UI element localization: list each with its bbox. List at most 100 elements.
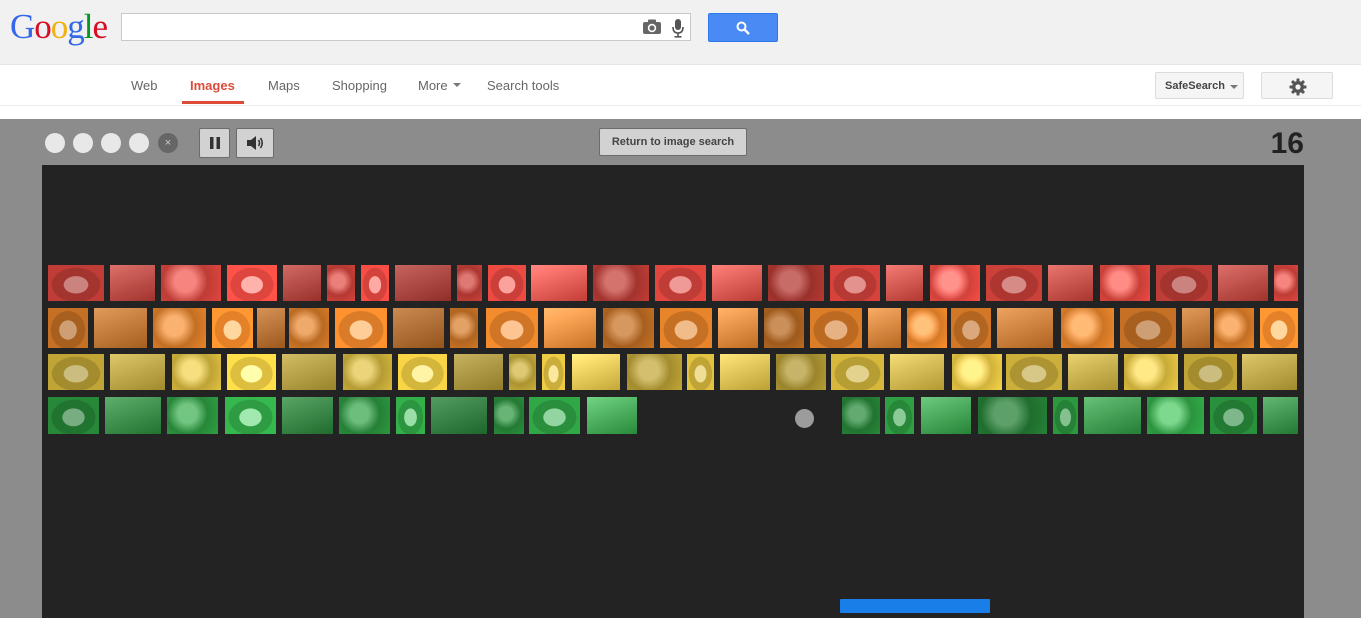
brick-thumbnail xyxy=(1084,397,1141,434)
sound-button[interactable] xyxy=(236,128,274,158)
image-brick-green xyxy=(842,397,880,434)
brick-thumbnail xyxy=(921,397,971,434)
image-brick-green xyxy=(885,397,914,434)
settings-button[interactable] xyxy=(1261,72,1333,99)
image-brick-yellow xyxy=(110,354,165,390)
brick-thumbnail xyxy=(930,265,980,301)
brick-thumbnail xyxy=(660,308,712,348)
image-brick-red xyxy=(227,265,277,301)
search-icon xyxy=(736,21,750,35)
image-brick-yellow xyxy=(509,354,536,390)
search-button[interactable] xyxy=(708,13,778,42)
image-brick-yellow xyxy=(627,354,682,390)
image-brick-green xyxy=(1084,397,1141,434)
image-brick-orange xyxy=(257,308,285,348)
image-brick-yellow xyxy=(227,354,276,390)
brick-thumbnail xyxy=(720,354,770,390)
image-brick-orange xyxy=(951,308,991,348)
nav-tab-web[interactable]: Web xyxy=(131,78,158,93)
brick-thumbnail xyxy=(1263,397,1298,434)
brick-thumbnail xyxy=(339,397,390,434)
image-brick-orange xyxy=(907,308,947,348)
brick-thumbnail xyxy=(907,308,947,348)
image-brick-yellow xyxy=(1006,354,1062,390)
image-brick-green xyxy=(431,397,487,434)
image-brick-yellow xyxy=(952,354,1002,390)
brick-thumbnail xyxy=(890,354,944,390)
search-box[interactable] xyxy=(121,13,691,41)
image-brick-red xyxy=(593,265,649,301)
active-tab-underline xyxy=(182,101,244,104)
brick-thumbnail xyxy=(1061,308,1114,348)
image-brick-yellow xyxy=(831,354,884,390)
image-brick-orange xyxy=(94,308,147,348)
image-brick-red xyxy=(930,265,980,301)
nav-tab-images[interactable]: Images xyxy=(190,78,235,93)
brick-thumbnail xyxy=(282,354,336,390)
brick-thumbnail xyxy=(831,354,884,390)
search-nav-bar: Web Images Maps Shopping More Search too… xyxy=(0,65,1361,106)
image-brick-orange xyxy=(393,308,444,348)
search-input[interactable] xyxy=(128,17,632,39)
nav-tab-maps[interactable]: Maps xyxy=(268,78,300,93)
mic-icon[interactable] xyxy=(671,18,685,43)
image-brick-yellow xyxy=(776,354,826,390)
brick-thumbnail xyxy=(457,265,482,301)
brick-thumbnail xyxy=(655,265,706,301)
brick-thumbnail xyxy=(283,265,321,301)
brick-thumbnail xyxy=(1210,397,1257,434)
image-brick-orange xyxy=(289,308,329,348)
brick-thumbnail xyxy=(1218,265,1268,301)
brick-thumbnail xyxy=(1120,308,1176,348)
image-brick-red xyxy=(110,265,155,301)
image-brick-green xyxy=(978,397,1047,434)
brick-thumbnail xyxy=(1048,265,1093,301)
pause-button[interactable] xyxy=(199,128,230,158)
brick-thumbnail xyxy=(227,265,277,301)
image-brick-red xyxy=(488,265,526,301)
pause-icon xyxy=(210,137,220,149)
google-header: Google xyxy=(0,0,1361,65)
google-logo[interactable]: Google xyxy=(10,7,108,47)
brick-thumbnail xyxy=(718,308,758,348)
paddle[interactable] xyxy=(840,599,990,613)
camera-icon[interactable] xyxy=(642,18,662,41)
game-playfield[interactable] xyxy=(42,165,1304,618)
image-brick-orange xyxy=(1120,308,1176,348)
nav-tab-shopping[interactable]: Shopping xyxy=(332,78,387,93)
brick-thumbnail xyxy=(886,265,923,301)
image-brick-yellow xyxy=(172,354,221,390)
brick-thumbnail xyxy=(361,265,389,301)
image-brick-red xyxy=(161,265,221,301)
brick-thumbnail xyxy=(978,397,1047,434)
nav-search-tools[interactable]: Search tools xyxy=(487,78,559,93)
image-brick-orange xyxy=(212,308,253,348)
brick-thumbnail xyxy=(327,265,355,301)
image-brick-yellow xyxy=(720,354,770,390)
brick-thumbnail xyxy=(395,265,451,301)
image-brick-orange xyxy=(1061,308,1114,348)
brick-thumbnail xyxy=(94,308,147,348)
image-brick-red xyxy=(886,265,923,301)
brick-thumbnail xyxy=(1100,265,1150,301)
image-brick-red xyxy=(1274,265,1298,301)
chevron-down-icon xyxy=(452,82,461,87)
brick-thumbnail xyxy=(986,265,1042,301)
brick-thumbnail xyxy=(764,308,804,348)
speaker-icon xyxy=(247,136,264,150)
image-brick-yellow xyxy=(398,354,447,390)
safesearch-button[interactable]: SafeSearch xyxy=(1155,72,1244,99)
image-brick-red xyxy=(1048,265,1093,301)
brick-thumbnail xyxy=(1053,397,1078,434)
close-game-button[interactable]: × xyxy=(158,133,178,153)
image-brick-red xyxy=(830,265,880,301)
return-to-image-search-button[interactable]: Return to image search xyxy=(599,128,747,156)
image-brick-red xyxy=(986,265,1042,301)
nav-tab-more[interactable]: More xyxy=(418,78,461,93)
life-ball xyxy=(73,133,93,153)
brick-thumbnail xyxy=(225,397,276,434)
image-brick-red xyxy=(1156,265,1212,301)
brick-thumbnail xyxy=(830,265,880,301)
image-brick-yellow xyxy=(1242,354,1297,390)
image-brick-red xyxy=(1218,265,1268,301)
